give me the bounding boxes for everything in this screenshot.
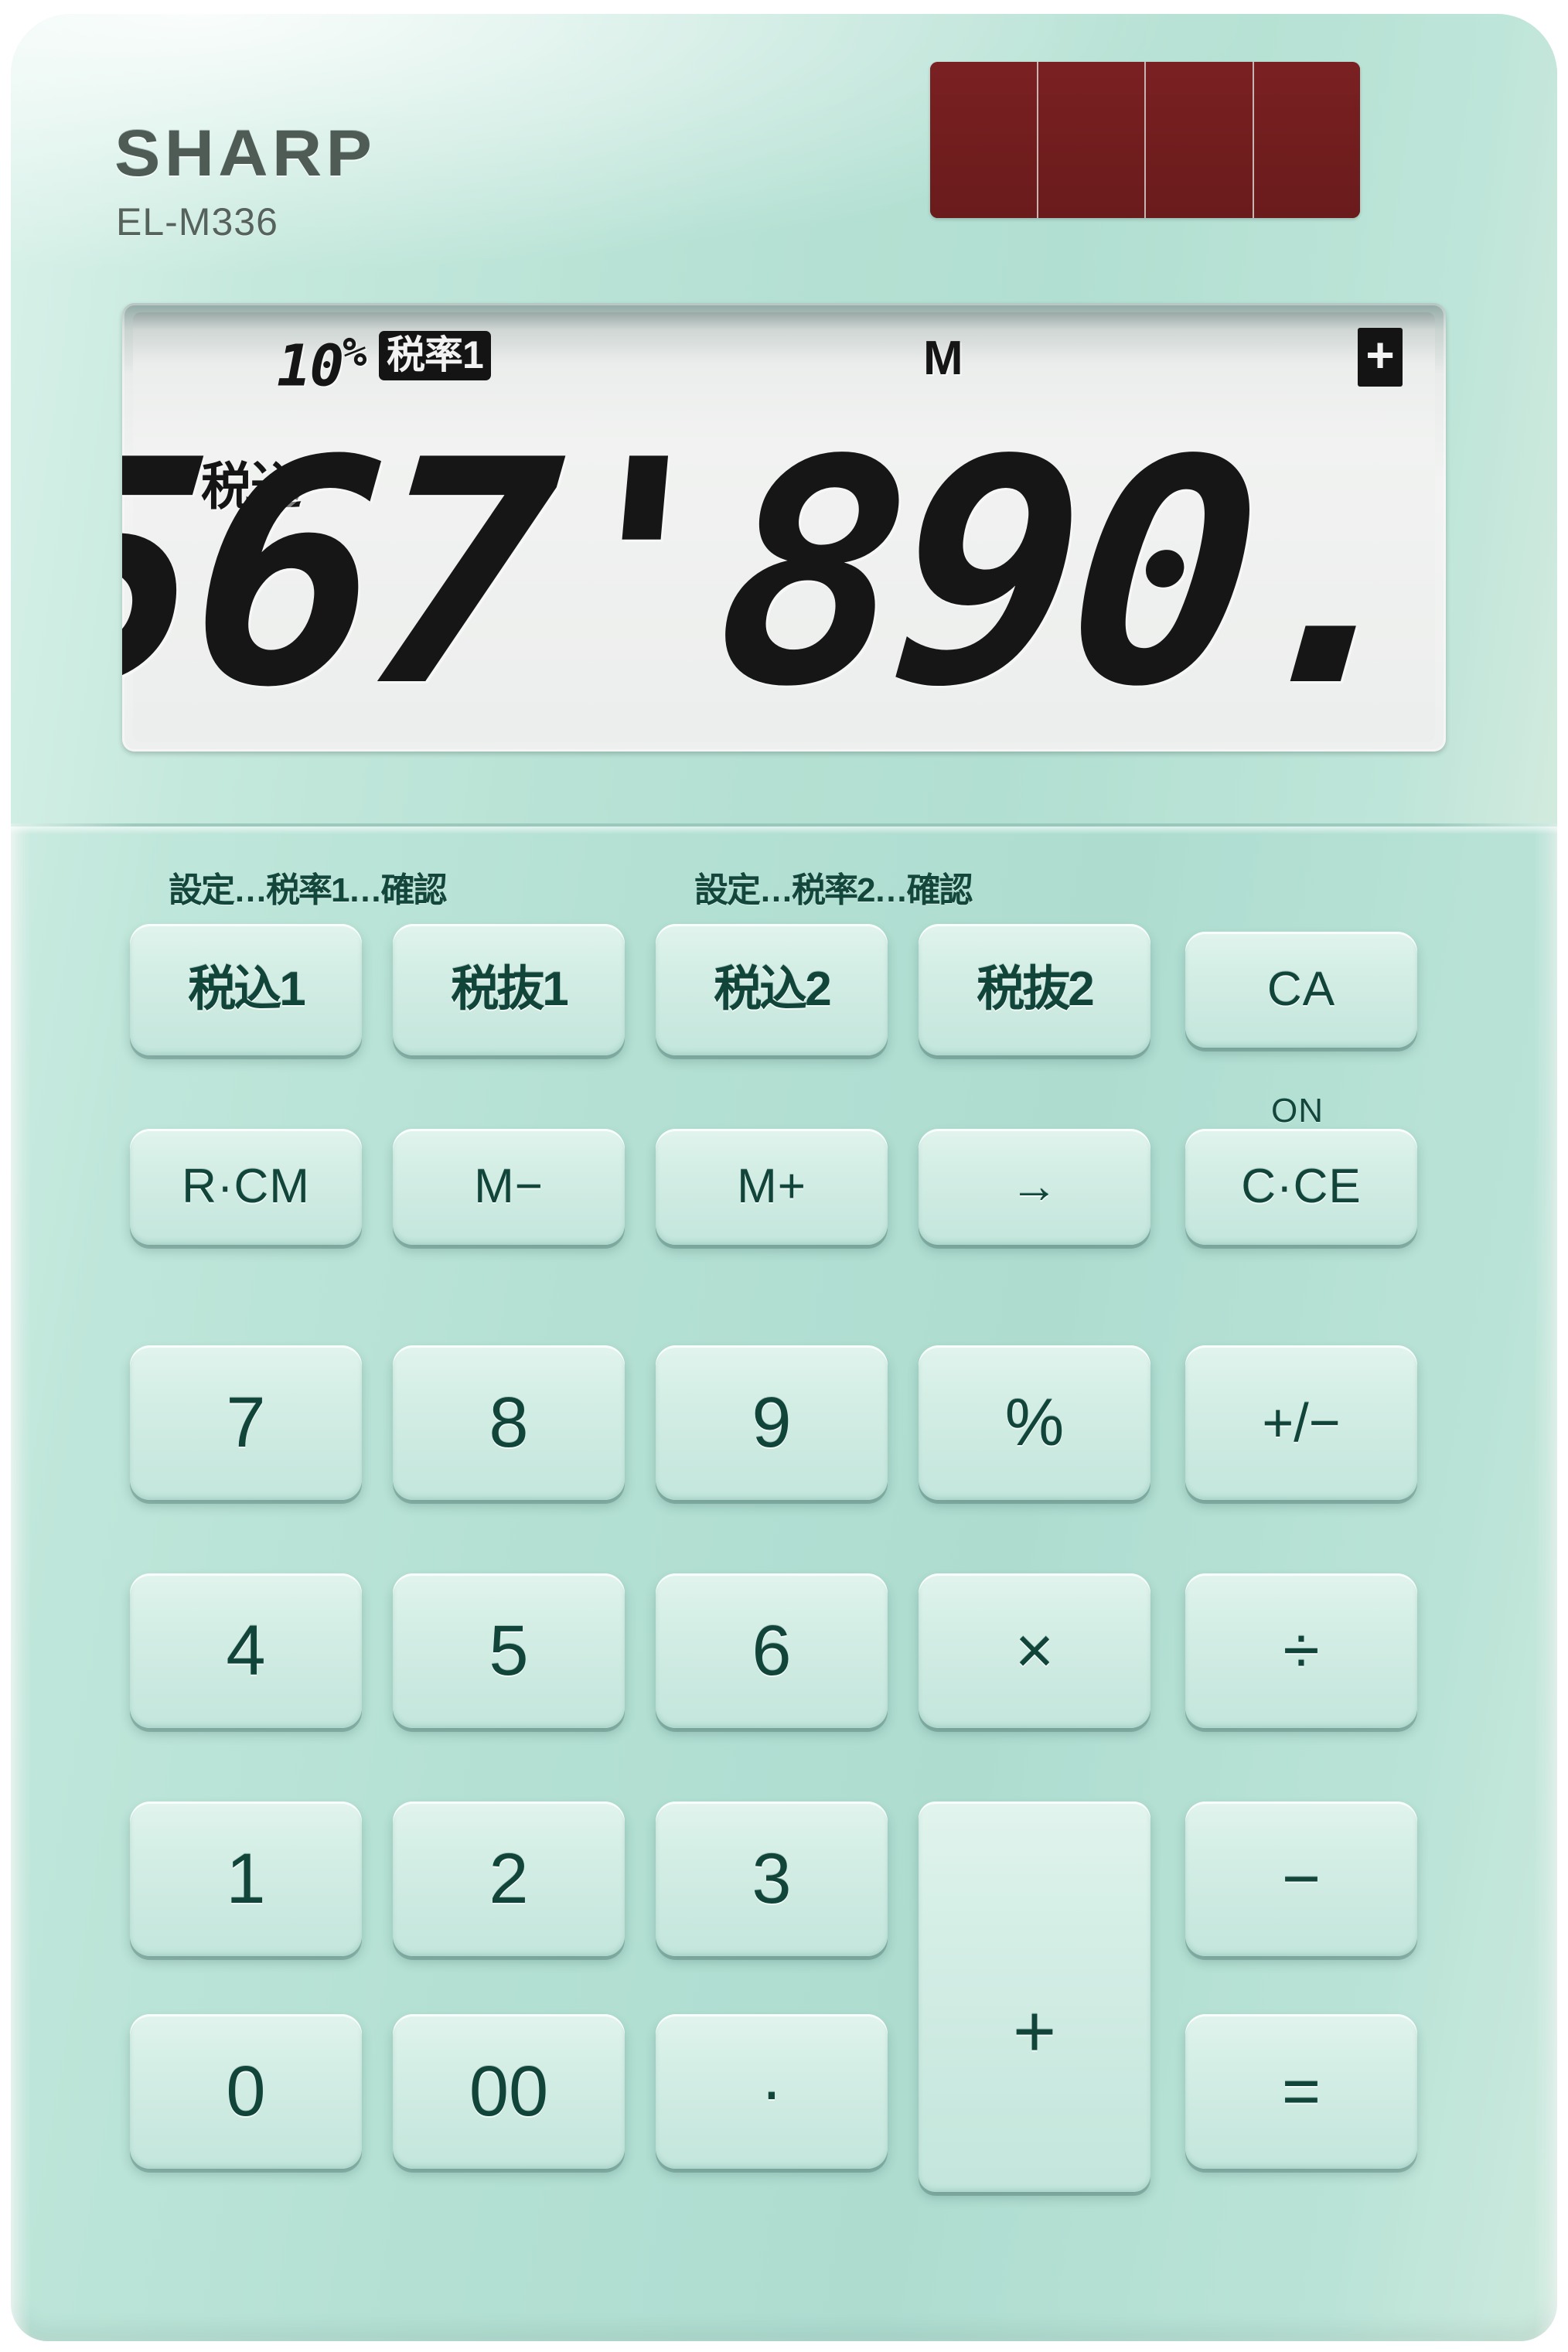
key-label: − [1281, 1842, 1321, 1916]
key-label: 1 [226, 1839, 266, 1918]
key-label: 税抜2 [977, 963, 1094, 1016]
key-digit-0[interactable]: 0 [130, 2014, 362, 2169]
key-label: +/− [1262, 1392, 1341, 1453]
key-sign-toggle[interactable]: +/− [1185, 1345, 1417, 1500]
key-label: % [1004, 1386, 1065, 1460]
key-label: M− [474, 1160, 544, 1213]
key-digit-8[interactable]: 8 [393, 1345, 625, 1500]
key-label: 3 [752, 1839, 792, 1918]
key-label: 税抜1 [451, 963, 568, 1016]
key-tax-excl-2[interactable]: 税抜2 [919, 924, 1150, 1055]
key-label: 税込1 [188, 963, 305, 1016]
key-decimal-point[interactable]: · [656, 2014, 888, 2169]
key-label: → [1010, 1160, 1059, 1213]
key-digit-7[interactable]: 7 [130, 1345, 362, 1500]
key-clear-entry[interactable]: C·CE [1185, 1129, 1417, 1245]
key-label: = [1281, 2054, 1321, 2129]
key-memory-minus[interactable]: M− [393, 1129, 625, 1245]
key-digit-5[interactable]: 5 [393, 1573, 625, 1728]
key-label: 7 [226, 1383, 266, 1462]
key-label: 5 [489, 1611, 529, 1690]
calculator-screenshot: SHARP EL-M336 10% 税率1 M + 税込 1,234'567'8… [0, 0, 1568, 2352]
key-label: 00 [469, 2052, 549, 2131]
key-divide[interactable]: ÷ [1185, 1573, 1417, 1728]
key-tax-incl-1[interactable]: 税込1 [130, 924, 362, 1055]
key-label: · [760, 2054, 783, 2129]
key-subtract[interactable]: − [1185, 1801, 1417, 1956]
key-digit-double-zero[interactable]: 00 [393, 2014, 625, 2169]
key-tax-incl-2[interactable]: 税込2 [656, 924, 888, 1055]
key-label: C·CE [1241, 1160, 1362, 1213]
key-label: 8 [489, 1383, 529, 1462]
key-clear-all[interactable]: CA [1185, 932, 1417, 1048]
key-digit-3[interactable]: 3 [656, 1801, 888, 1956]
key-label: 税込2 [714, 963, 831, 1016]
key-digit-4[interactable]: 4 [130, 1573, 362, 1728]
key-label: 4 [226, 1611, 266, 1690]
key-digit-6[interactable]: 6 [656, 1573, 888, 1728]
key-digit-2[interactable]: 2 [393, 1801, 625, 1956]
key-label: 9 [752, 1383, 792, 1462]
key-digit-1[interactable]: 1 [130, 1801, 362, 1956]
key-label: 0 [226, 2052, 266, 2131]
key-backspace[interactable]: → [919, 1129, 1150, 1245]
key-label: 2 [489, 1839, 529, 1918]
key-label: M+ [737, 1160, 806, 1213]
key-label: ÷ [1283, 1614, 1320, 1688]
key-tax-excl-1[interactable]: 税抜1 [393, 924, 625, 1055]
key-digit-9[interactable]: 9 [656, 1345, 888, 1500]
key-recall-clear-memory[interactable]: R·CM [130, 1129, 362, 1245]
key-label: + [1012, 1990, 1057, 2073]
key-multiply[interactable]: × [919, 1573, 1150, 1728]
keypad: 税込1 税抜1 税込2 税抜2 CA R·CM M− M+ → C·CE 7 8 9% +/− 4 5 6 × ÷ 1… [0, 0, 1546, 2327]
key-memory-plus[interactable]: M+ [656, 1129, 888, 1245]
key-add[interactable]: + [919, 1801, 1150, 2192]
key-equals[interactable]: = [1185, 2014, 1417, 2169]
key-label: CA [1266, 963, 1336, 1016]
key-label: R·CM [182, 1160, 310, 1213]
key-percent[interactable]: % [919, 1345, 1150, 1500]
key-label: 6 [752, 1611, 792, 1690]
key-label: × [1014, 1614, 1055, 1688]
